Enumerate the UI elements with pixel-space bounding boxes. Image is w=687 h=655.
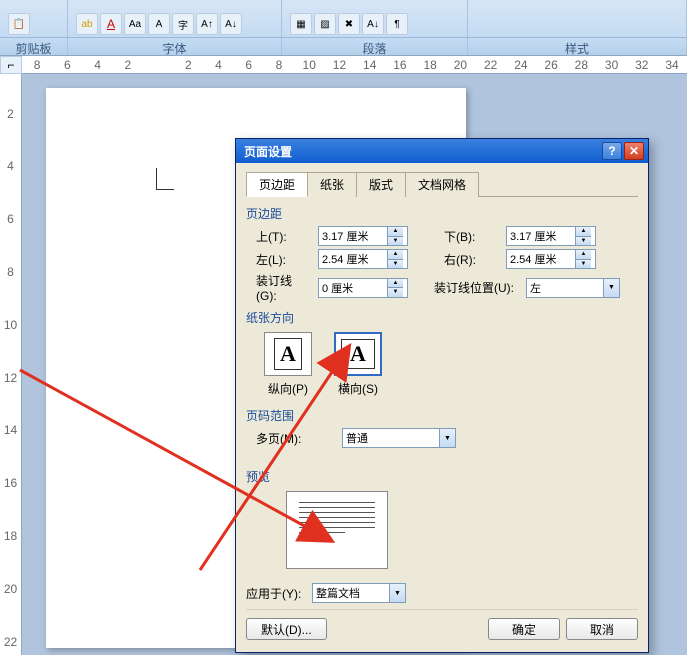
orientation-landscape[interactable]: A 横向(S): [334, 332, 382, 397]
font-size-icon[interactable]: Aa: [124, 13, 146, 35]
text-cursor: [156, 168, 174, 190]
portrait-icon: A: [274, 338, 302, 370]
close-button[interactable]: ✕: [624, 142, 644, 160]
ok-button[interactable]: 确定: [488, 618, 560, 640]
grow-font-icon[interactable]: A↑: [196, 13, 218, 35]
paragraph-label: 段落: [282, 38, 468, 55]
show-marks-icon[interactable]: ¶: [386, 13, 408, 35]
tab-grid[interactable]: 文档网格: [405, 172, 479, 197]
gutter-spinner[interactable]: ▲▼: [318, 278, 408, 298]
ribbon-group-labels: 剪贴板 字体 段落 样式: [0, 38, 687, 56]
spin-down-icon[interactable]: ▼: [388, 260, 403, 269]
tab-paper[interactable]: 纸张: [307, 172, 357, 197]
vertical-ruler[interactable]: 246810121416182022: [0, 74, 22, 655]
dropdown-icon[interactable]: ▼: [603, 279, 619, 297]
applyto-label: 应用于(Y):: [246, 585, 306, 602]
left-margin-label: 左(L):: [246, 251, 312, 268]
top-margin-input[interactable]: [319, 227, 387, 245]
section-pagerange-title: 页码范围: [246, 407, 638, 424]
dialog-tabs: 页边距 纸张 版式 文档网格: [246, 171, 638, 197]
section-preview-title: 预览: [246, 468, 638, 485]
orientation-portrait[interactable]: A 纵向(P): [264, 332, 312, 397]
char-border-icon[interactable]: A: [148, 13, 170, 35]
shrink-font-icon[interactable]: A↓: [220, 13, 242, 35]
spin-up-icon[interactable]: ▲: [576, 227, 591, 237]
bottom-margin-label: 下(B):: [434, 228, 500, 245]
shading-icon[interactable]: ▨: [314, 13, 336, 35]
gutter-pos-input[interactable]: [527, 279, 603, 297]
dialog-titlebar[interactable]: 页面设置 ? ✕: [236, 139, 648, 163]
gutter-label: 装订线(G):: [246, 272, 312, 303]
applyto-combo[interactable]: ▼: [312, 583, 406, 603]
page-setup-dialog: 页面设置 ? ✕ 页边距 纸张 版式 文档网格 页边距 上(T): ▲▼ 下(B…: [235, 138, 649, 653]
spin-up-icon[interactable]: ▲: [388, 279, 403, 289]
spin-up-icon[interactable]: ▲: [388, 250, 403, 260]
right-margin-label: 右(R):: [434, 251, 500, 268]
landscape-icon: A: [341, 339, 375, 369]
highlight-icon[interactable]: ab: [76, 13, 98, 35]
right-margin-input[interactable]: [507, 250, 575, 268]
tab-margins[interactable]: 页边距: [246, 172, 308, 197]
spin-down-icon[interactable]: ▼: [576, 260, 591, 269]
left-margin-spinner[interactable]: ▲▼: [318, 249, 408, 269]
sort-icon[interactable]: A↓: [362, 13, 384, 35]
bottom-margin-input[interactable]: [507, 227, 575, 245]
gutter-pos-label: 装订线位置(U):: [434, 279, 520, 296]
multipage-label: 多页(M):: [256, 430, 310, 447]
font-label: 字体: [68, 38, 282, 55]
spin-down-icon[interactable]: ▼: [576, 237, 591, 246]
char-clear-icon[interactable]: ✖: [338, 13, 360, 35]
applyto-input[interactable]: [313, 584, 389, 602]
section-margins-title: 页边距: [246, 205, 638, 222]
dropdown-icon[interactable]: ▼: [439, 429, 455, 447]
cancel-button[interactable]: 取消: [566, 618, 638, 640]
help-button[interactable]: ?: [602, 142, 622, 160]
clipboard-label: 剪贴板: [0, 38, 68, 55]
paste-icon[interactable]: 📋: [8, 13, 30, 35]
default-button[interactable]: 默认(D)...: [246, 618, 327, 640]
spin-down-icon[interactable]: ▼: [388, 237, 403, 246]
spin-down-icon[interactable]: ▼: [388, 288, 403, 297]
horizontal-ruler[interactable]: 8642246810121416182022242628303234: [22, 56, 687, 74]
tab-layout[interactable]: 版式: [356, 172, 406, 197]
ribbon-toolbar: 📋 ab A Aa A 字 A↑ A↓ ▦ ▨ ✖ A↓ ¶: [0, 0, 687, 38]
right-margin-spinner[interactable]: ▲▼: [506, 249, 596, 269]
border-icon[interactable]: ▦: [290, 13, 312, 35]
circled-char-icon[interactable]: 字: [172, 13, 194, 35]
spin-up-icon[interactable]: ▲: [576, 250, 591, 260]
landscape-label: 横向(S): [338, 380, 378, 397]
top-margin-spinner[interactable]: ▲▼: [318, 226, 408, 246]
font-color-icon[interactable]: A: [100, 13, 122, 35]
gutter-input[interactable]: [319, 279, 387, 297]
left-margin-input[interactable]: [319, 250, 387, 268]
spin-up-icon[interactable]: ▲: [388, 227, 403, 237]
preview-thumbnail: [286, 491, 388, 569]
dropdown-icon[interactable]: ▼: [389, 584, 405, 602]
top-margin-label: 上(T):: [246, 228, 312, 245]
section-orientation-title: 纸张方向: [246, 309, 638, 326]
multipage-combo[interactable]: ▼: [342, 428, 456, 448]
dialog-title: 页面设置: [240, 143, 600, 160]
ruler-corner-icon[interactable]: ⌐: [0, 56, 22, 74]
bottom-margin-spinner[interactable]: ▲▼: [506, 226, 596, 246]
styles-label: 样式: [468, 38, 687, 55]
multipage-input[interactable]: [343, 429, 439, 447]
portrait-label: 纵向(P): [268, 380, 308, 397]
gutter-pos-combo[interactable]: ▼: [526, 278, 620, 298]
